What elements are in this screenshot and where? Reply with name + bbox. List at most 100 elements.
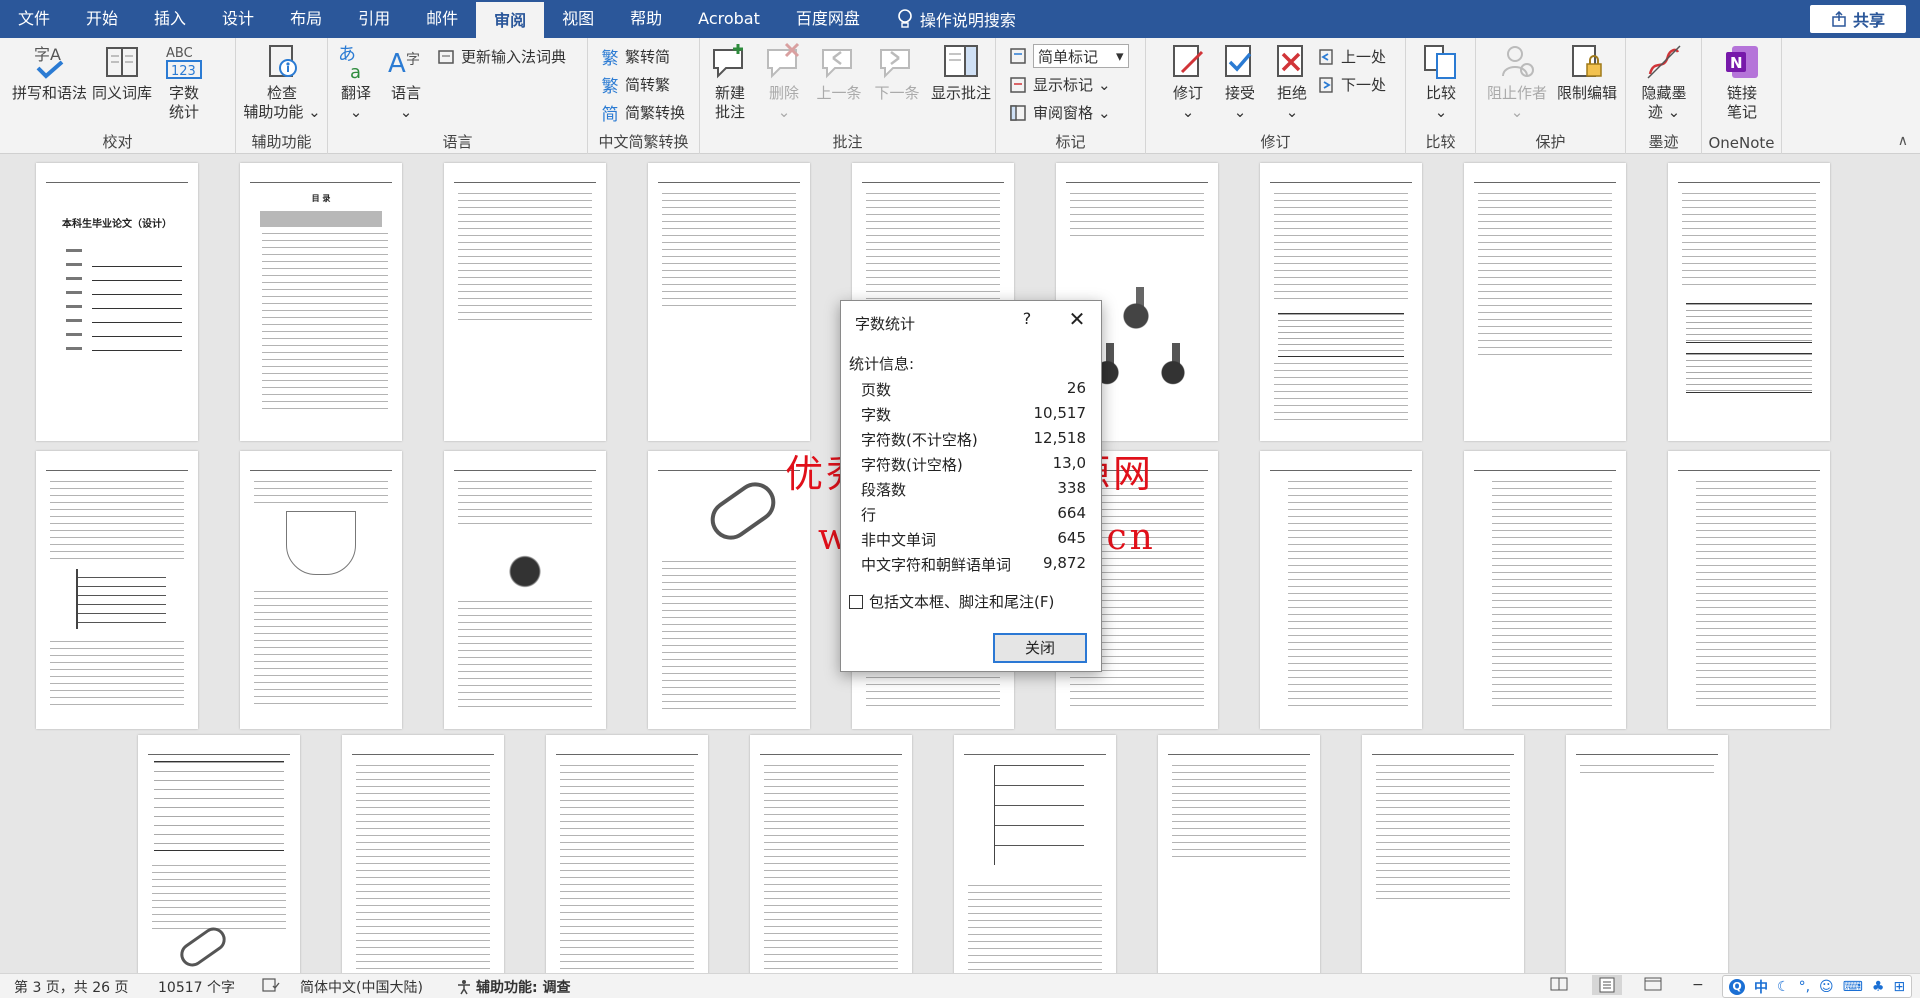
page-thumbnail[interactable]: [546, 735, 708, 973]
help-button[interactable]: ?: [1013, 309, 1041, 333]
tab-layout[interactable]: 布局: [272, 0, 340, 38]
read-mode-icon[interactable]: [1550, 977, 1568, 991]
translate-button[interactable]: あa 翻译 ⌄: [334, 42, 378, 122]
proofing-status-icon[interactable]: [262, 977, 280, 993]
tell-me-search[interactable]: 操作说明搜索: [878, 7, 1016, 31]
page-thumbnail[interactable]: [1464, 451, 1626, 729]
page-thumbnail[interactable]: 本科生毕业论文（设计）: [36, 163, 198, 441]
traditional-to-simplified-button[interactable]: 繁 繁转简: [600, 46, 671, 69]
collapse-ribbon-icon[interactable]: ∧: [1898, 133, 1908, 149]
page-thumbnail[interactable]: [342, 735, 504, 973]
page-thumbnail[interactable]: [648, 163, 810, 441]
page-thumbnail[interactable]: [954, 735, 1116, 973]
group-accessibility: 检查 辅助功能 ⌄ 辅助功能: [236, 38, 328, 154]
stat-row: 中文字符和朝鲜语单词 9,872: [861, 554, 1086, 575]
wheelchair-diagram: [286, 511, 356, 575]
linked-notes-button[interactable]: N 链接 笔记: [1718, 42, 1766, 122]
tab-insert[interactable]: 插入: [136, 0, 204, 38]
show-comments-button[interactable]: 显示批注: [928, 42, 994, 103]
page-thumbnail[interactable]: [750, 735, 912, 973]
group-changes: 修订 ⌄ 接受 ⌄ 拒绝 ⌄ 上一处 下一处 修订: [1146, 38, 1406, 154]
onenote-icon: N: [1722, 42, 1762, 82]
include-textboxes-checkbox[interactable]: 包括文本框、脚注和尾注(F): [849, 591, 1054, 612]
next-comment-label: 下一条: [874, 84, 920, 102]
dialog-title: 字数统计: [855, 315, 916, 333]
page-thumbnail[interactable]: [1158, 735, 1320, 973]
tab-review[interactable]: 审阅: [476, 0, 545, 38]
page-thumbnail[interactable]: [1260, 163, 1422, 441]
previous-change-button[interactable]: 上一处: [1316, 46, 1386, 67]
hide-ink-button[interactable]: 隐藏墨 迹 ⌄: [1636, 42, 1692, 122]
tab-home[interactable]: 开始: [68, 0, 136, 38]
show-markup-button[interactable]: 显示标记 ⌄: [1008, 74, 1111, 95]
check-accessibility-button[interactable]: 检查 辅助功能 ⌄: [236, 42, 328, 122]
reject-button[interactable]: 拒绝 ⌄: [1270, 42, 1314, 122]
page-thumbnail[interactable]: [1362, 735, 1524, 973]
page-thumbnail[interactable]: [240, 451, 402, 729]
accessibility-indicator[interactable]: 辅助功能: 调查: [456, 977, 570, 997]
thesaurus-button[interactable]: 同义词库: [92, 42, 152, 103]
keyboard-icon[interactable]: ⌨: [1843, 979, 1863, 995]
page-thumbnail[interactable]: [444, 163, 606, 441]
tab-references[interactable]: 引用: [340, 0, 408, 38]
simplified-to-traditional-button[interactable]: 繁 简转繁: [600, 74, 671, 97]
next-comment-button[interactable]: 下一条: [872, 42, 922, 103]
tab-mailings[interactable]: 邮件: [408, 0, 476, 38]
page-thumbnail[interactable]: [138, 735, 300, 973]
tab-baidu-netdisk[interactable]: 百度网盘: [778, 0, 878, 38]
restrict-editing-button[interactable]: 限制编辑: [1554, 42, 1620, 103]
page-thumbnail[interactable]: [1668, 163, 1830, 441]
emoji-icon[interactable]: ☺: [1819, 979, 1834, 995]
update-ime-dictionary-button[interactable]: 更新输入法词典: [436, 46, 566, 67]
new-comment-button[interactable]: 新建 批注: [708, 42, 752, 122]
tab-design[interactable]: 设计: [204, 0, 272, 38]
dialog-close-icon[interactable]: ✕: [1063, 307, 1091, 333]
print-layout-icon[interactable]: [1592, 975, 1622, 995]
web-layout-icon[interactable]: [1644, 977, 1662, 991]
ime-logo-icon[interactable]: Q: [1729, 978, 1745, 995]
page-header-line: [760, 749, 902, 755]
page-thumbnail[interactable]: [1566, 735, 1728, 973]
tab-view[interactable]: 视图: [544, 0, 612, 38]
block-authors-button[interactable]: 阻止作者 ⌄: [1486, 42, 1548, 122]
track-changes-button[interactable]: 修订 ⌄: [1166, 42, 1210, 122]
spelling-grammar-button[interactable]: 字A 拼写和语法: [12, 42, 87, 103]
moon-icon[interactable]: ☾: [1777, 979, 1790, 995]
checkbox-box[interactable]: [849, 594, 863, 609]
page-thumbnail[interactable]: [1668, 451, 1830, 729]
close-button[interactable]: 关闭: [993, 633, 1087, 663]
tab-acrobat[interactable]: Acrobat: [680, 0, 778, 38]
markup-dropdown[interactable]: 简单标记 ▾: [1008, 44, 1129, 68]
chinese-conversion-button[interactable]: 简 简繁转换: [600, 102, 686, 125]
ime-mode[interactable]: 中: [1754, 977, 1768, 997]
accept-button[interactable]: 接受 ⌄: [1218, 42, 1262, 122]
tab-help[interactable]: 帮助: [612, 0, 680, 38]
word-count-indicator[interactable]: 10517 个字: [158, 977, 235, 997]
page-thumbnail[interactable]: [1464, 163, 1626, 441]
page-thumbnail[interactable]: [648, 451, 810, 729]
skin-icon[interactable]: ♣: [1872, 979, 1885, 995]
belt-figure: [702, 474, 784, 548]
previous-comment-button[interactable]: 上一条: [814, 42, 864, 103]
markup-select[interactable]: 简单标记 ▾: [1033, 44, 1129, 68]
page-thumbnail[interactable]: [444, 451, 606, 729]
compare-button[interactable]: 比较 ⌄: [1419, 42, 1463, 122]
page-text-lines: [1274, 363, 1408, 421]
page-thumbnail[interactable]: [1260, 451, 1422, 729]
page-thumbnail[interactable]: [36, 451, 198, 729]
tab-file[interactable]: 文件: [0, 0, 68, 38]
share-button[interactable]: 共享: [1810, 5, 1906, 33]
page-thumbnail[interactable]: 目 录: [240, 163, 402, 441]
zoom-out-icon[interactable]: −: [1692, 977, 1704, 993]
reviewing-pane-button[interactable]: 审阅窗格 ⌄: [1008, 102, 1111, 123]
page-indicator[interactable]: 第 3 页，共 26 页: [14, 977, 129, 997]
punctuation-icon[interactable]: °,: [1799, 979, 1810, 995]
language-button[interactable]: A字 语言 ⌄: [384, 42, 428, 122]
delete-comment-button[interactable]: 删除 ⌄: [762, 42, 806, 122]
word-count-button[interactable]: ABC 123 字数 统计: [164, 42, 204, 122]
language-indicator[interactable]: 简体中文(中国大陆): [300, 977, 423, 997]
toolbox-icon[interactable]: ⊞: [1893, 979, 1905, 995]
hide-ink-label-2: 迹 ⌄: [1647, 103, 1681, 121]
group-language: あa 翻译 ⌄ A字 语言 ⌄ 更新输入法词典 语言: [328, 38, 588, 154]
next-change-button[interactable]: 下一处: [1316, 74, 1386, 95]
